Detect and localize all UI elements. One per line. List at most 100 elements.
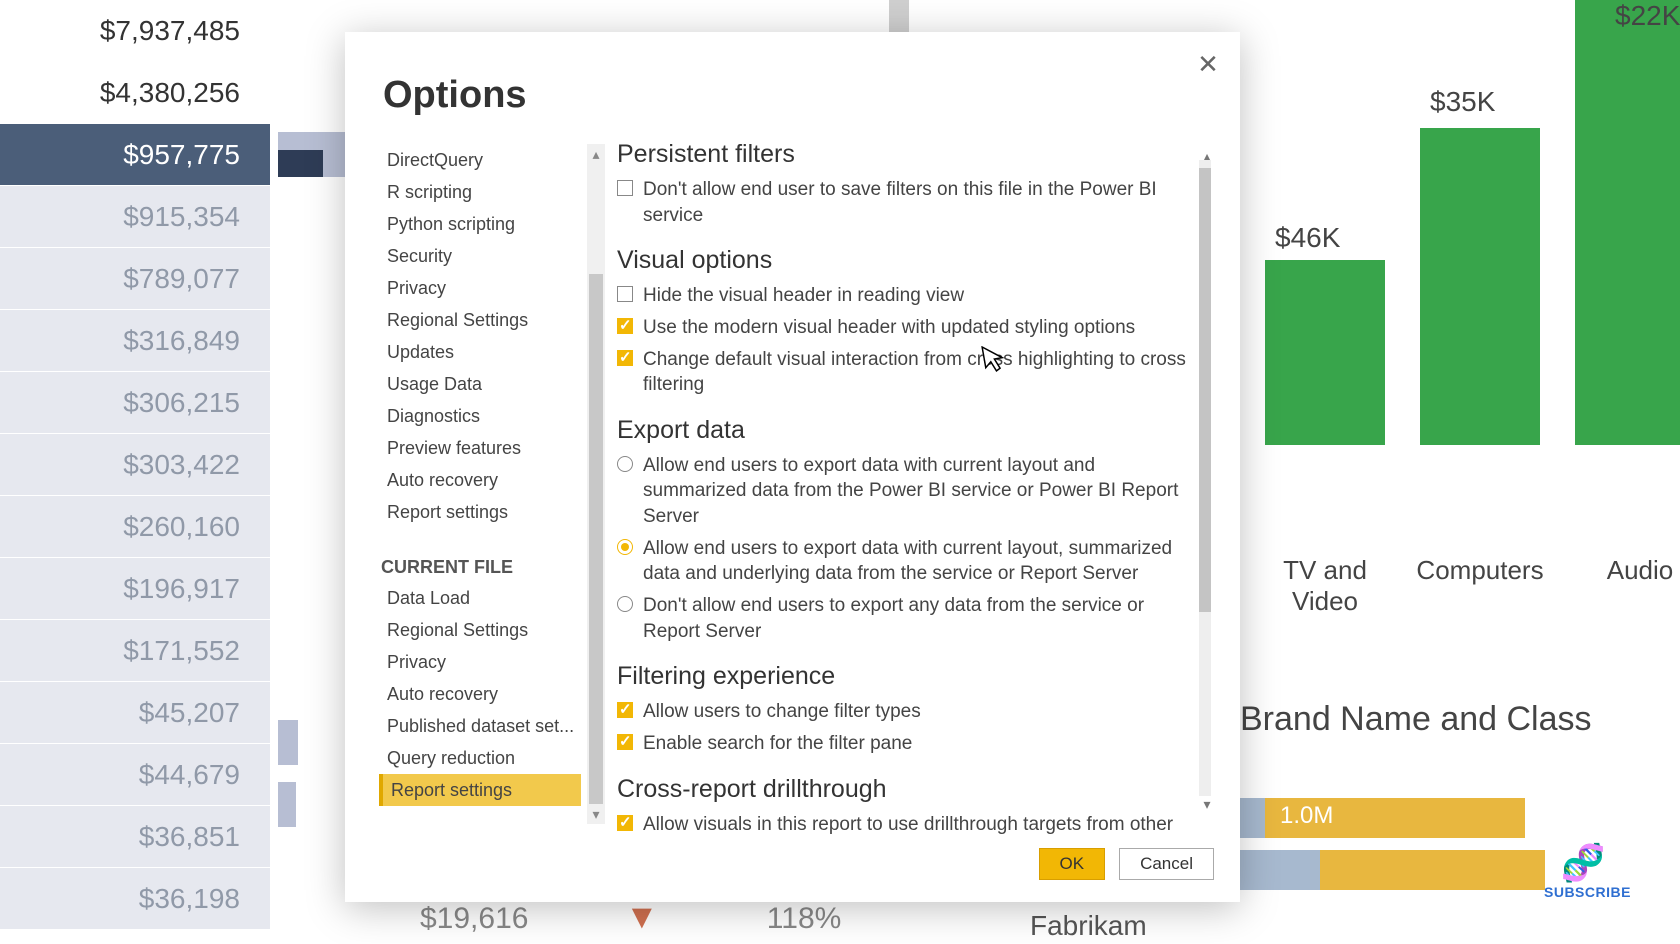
checkbox-persistent-save[interactable]: Don't allow end user to save filters on … bbox=[617, 177, 1189, 228]
table-row[interactable]: $303,422 bbox=[0, 434, 270, 496]
checkbox-icon[interactable] bbox=[617, 702, 633, 718]
sidebar-item-data-load[interactable]: Data Load bbox=[379, 582, 581, 614]
sidebar-scrollbar[interactable]: ▴ ▾ bbox=[587, 144, 605, 824]
subscribe-label: SUBSCRIBE bbox=[1544, 884, 1622, 900]
chart-category: TV and Video bbox=[1250, 555, 1400, 617]
ok-button[interactable]: OK bbox=[1039, 848, 1106, 880]
checkbox-label: Hide the visual header in reading view bbox=[643, 283, 1189, 309]
options-sidebar: DirectQuery R scripting Python scripting… bbox=[379, 144, 581, 824]
sidebar-item-usage-data[interactable]: Usage Data bbox=[379, 368, 581, 400]
table-row[interactable]: $306,215 bbox=[0, 372, 270, 434]
radio-export-none[interactable]: Don't allow end users to export any data… bbox=[617, 593, 1189, 644]
checkbox-modern-header[interactable]: Use the modern visual header with update… bbox=[617, 315, 1189, 341]
sidebar-item-report-settings-cf[interactable]: Report settings bbox=[379, 774, 581, 806]
sidebar-item-query-reduction[interactable]: Query reduction bbox=[379, 742, 581, 774]
bg-chart-title: Brand Name and Class bbox=[1240, 700, 1592, 739]
sidebar-item-report-settings[interactable]: Report settings bbox=[379, 496, 581, 528]
checkbox-cross-report-drill[interactable]: Allow visuals in this report to use dril… bbox=[617, 812, 1189, 834]
table-row[interactable]: $196,917 bbox=[0, 558, 270, 620]
scroll-down-icon[interactable]: ▾ bbox=[587, 804, 605, 824]
radio-icon[interactable] bbox=[617, 539, 633, 555]
table-row: $4,380,256 bbox=[0, 62, 270, 124]
bg-table: $7,937,485 $4,380,256 $957,775 $915,354 … bbox=[0, 0, 270, 944]
table-row[interactable]: $789,077 bbox=[0, 248, 270, 310]
table-row[interactable]: $36,851 bbox=[0, 806, 270, 868]
sidebar-item-preview[interactable]: Preview features bbox=[379, 432, 581, 464]
radio-export-all[interactable]: Allow end users to export data with curr… bbox=[617, 536, 1189, 587]
sidebar-item-regional-cf[interactable]: Regional Settings bbox=[379, 614, 581, 646]
checkbox-icon[interactable] bbox=[617, 815, 633, 831]
table-row[interactable]: $44,679 bbox=[0, 744, 270, 806]
cancel-button[interactable]: Cancel bbox=[1119, 848, 1214, 880]
sidebar-item-security[interactable]: Security bbox=[379, 240, 581, 272]
checkbox-label: Allow users to change filter types bbox=[643, 699, 1189, 725]
radio-label: Allow end users to export data with curr… bbox=[643, 453, 1189, 530]
radio-icon[interactable] bbox=[617, 456, 633, 472]
sidebar-item-python-scripting[interactable]: Python scripting bbox=[379, 208, 581, 240]
table-row[interactable]: $915,354 bbox=[0, 186, 270, 248]
chart-bar-label: $46K bbox=[1275, 222, 1340, 254]
sidebar-item-r-scripting[interactable]: R scripting bbox=[379, 176, 581, 208]
sidebar-item-directquery[interactable]: DirectQuery bbox=[379, 144, 581, 176]
dna-icon: 🧬 bbox=[1544, 842, 1622, 884]
sidebar-item-privacy[interactable]: Privacy bbox=[379, 272, 581, 304]
options-content: Persistent filters Don't allow end user … bbox=[617, 136, 1193, 834]
sidebar-item-diagnostics[interactable]: Diagnostics bbox=[379, 400, 581, 432]
bg-bar-chart: $46K $35K $22K TV and Video Computers Au… bbox=[1240, 0, 1680, 640]
sidebar-item-published-dataset[interactable]: Published dataset set... bbox=[379, 710, 581, 742]
content-scrollbar[interactable]: ▴ ▾ bbox=[1197, 140, 1217, 820]
dialog-buttons: OK Cancel bbox=[1039, 848, 1214, 880]
checkbox-icon[interactable] bbox=[617, 350, 633, 366]
table-row-selected[interactable]: $957,775 bbox=[0, 124, 270, 186]
radio-label: Allow end users to export data with curr… bbox=[643, 536, 1189, 587]
radio-icon[interactable] bbox=[617, 596, 633, 612]
chart-bar bbox=[1265, 260, 1385, 445]
radio-label: Don't allow end users to export any data… bbox=[643, 593, 1189, 644]
scroll-thumb[interactable] bbox=[1199, 168, 1211, 612]
sidebar-item-updates[interactable]: Updates bbox=[379, 336, 581, 368]
sidebar-item-auto-recovery-cf[interactable]: Auto recovery bbox=[379, 678, 581, 710]
table-row[interactable]: $171,552 bbox=[0, 620, 270, 682]
chart-bar-label: $22K bbox=[1615, 0, 1680, 32]
scroll-down-icon[interactable]: ▾ bbox=[1197, 794, 1217, 814]
scroll-up-icon[interactable]: ▴ bbox=[587, 144, 605, 164]
options-dialog: Options ✕ DirectQuery R scripting Python… bbox=[345, 32, 1240, 902]
checkbox-filter-pane-search[interactable]: Enable search for the filter pane bbox=[617, 731, 1189, 757]
close-button[interactable]: ✕ bbox=[1190, 46, 1226, 82]
radio-export-summarized[interactable]: Allow end users to export data with curr… bbox=[617, 453, 1189, 530]
down-arrow-icon: ▼ bbox=[625, 898, 659, 937]
chart-bar-label: $35K bbox=[1430, 86, 1495, 118]
table-row[interactable]: $260,160 bbox=[0, 496, 270, 558]
dialog-title: Options bbox=[383, 74, 527, 117]
checkbox-label: Change default visual interaction from c… bbox=[643, 347, 1189, 398]
table-row[interactable]: $45,207 bbox=[0, 682, 270, 744]
subscribe-badge[interactable]: 🧬 SUBSCRIBE bbox=[1544, 842, 1622, 900]
stacked-bar-label: 1.0M bbox=[1280, 802, 1333, 842]
chart-category: Computers bbox=[1405, 555, 1555, 586]
bg-bottom-pct: 118% bbox=[767, 902, 842, 935]
table-row[interactable]: $36,198 bbox=[0, 868, 270, 930]
section-visual-options: Visual options bbox=[617, 246, 1189, 275]
table-row[interactable]: $316,849 bbox=[0, 310, 270, 372]
scroll-thumb[interactable] bbox=[589, 274, 603, 804]
section-filtering-experience: Filtering experience bbox=[617, 662, 1189, 691]
sidebar-item-privacy-cf[interactable]: Privacy bbox=[379, 646, 581, 678]
checkbox-icon[interactable] bbox=[617, 734, 633, 750]
checkbox-hide-visual-header[interactable]: Hide the visual header in reading view bbox=[617, 283, 1189, 309]
bg-brand-label: Fabrikam bbox=[1030, 910, 1147, 942]
chart-bar bbox=[1575, 0, 1680, 445]
sidebar-item-regional[interactable]: Regional Settings bbox=[379, 304, 581, 336]
checkbox-change-filter-types[interactable]: Allow users to change filter types bbox=[617, 699, 1189, 725]
checkbox-label: Enable search for the filter pane bbox=[643, 731, 1189, 757]
checkbox-cross-filter[interactable]: Change default visual interaction from c… bbox=[617, 347, 1189, 398]
checkbox-icon[interactable] bbox=[617, 180, 633, 196]
checkbox-icon[interactable] bbox=[617, 318, 633, 334]
checkbox-label: Use the modern visual header with update… bbox=[643, 315, 1189, 341]
checkbox-label: Don't allow end user to save filters on … bbox=[643, 177, 1189, 228]
sidebar-header-current-file: CURRENT FILE bbox=[379, 542, 581, 582]
section-persistent-filters: Persistent filters bbox=[617, 140, 1189, 169]
checkbox-label: Allow visuals in this report to use dril… bbox=[643, 812, 1189, 834]
bg-bottom-amount: $19,616 bbox=[420, 902, 528, 935]
sidebar-item-auto-recovery[interactable]: Auto recovery bbox=[379, 464, 581, 496]
checkbox-icon[interactable] bbox=[617, 286, 633, 302]
